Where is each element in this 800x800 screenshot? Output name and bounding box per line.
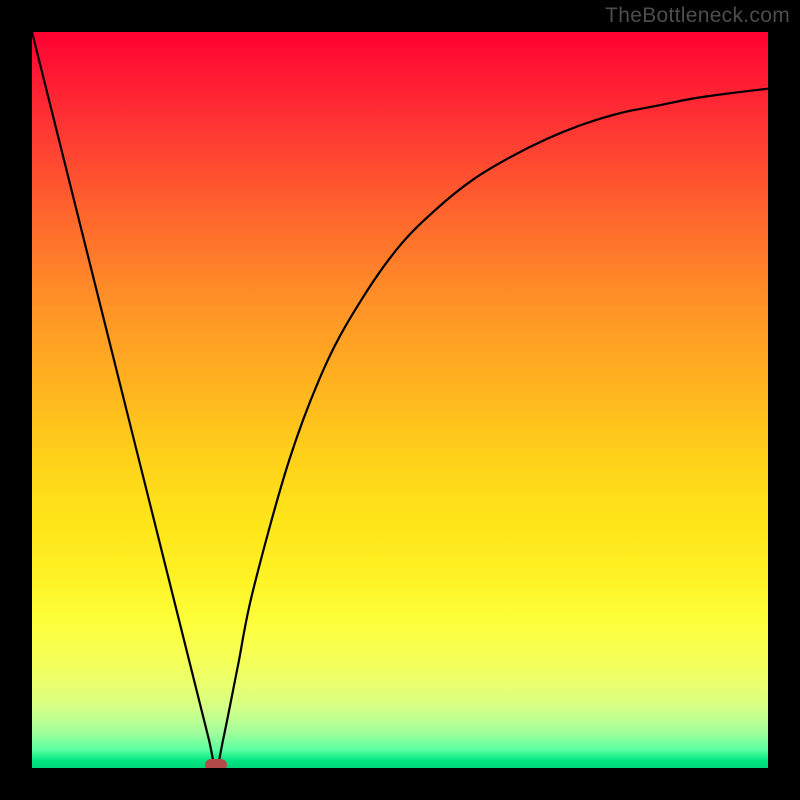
plot-area [32,32,768,768]
minimum-marker [205,759,227,768]
watermark-text: TheBottleneck.com [605,4,790,28]
curve-svg [32,32,768,768]
chart-container: TheBottleneck.com [0,0,800,800]
bottleneck-curve [32,32,768,768]
